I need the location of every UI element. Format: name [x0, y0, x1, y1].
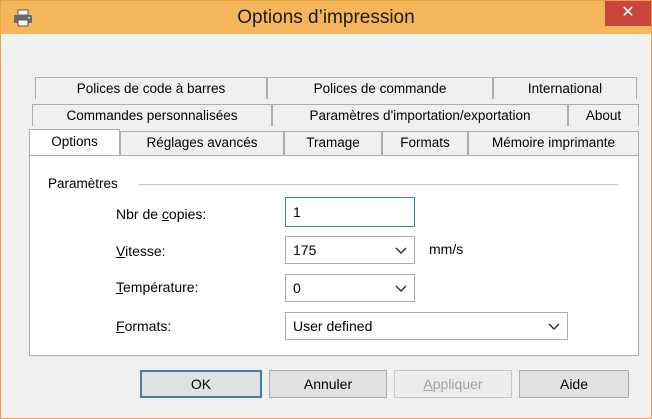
tab-options[interactable]: Options	[29, 129, 120, 155]
title-bar[interactable]: Options d’impression ✕	[1, 1, 651, 34]
temperature-select[interactable]: 0	[285, 274, 415, 302]
chevron-down-icon	[395, 247, 407, 255]
tab-about[interactable]: About	[568, 104, 639, 126]
help-button[interactable]: Aide	[519, 370, 629, 398]
ok-button[interactable]: OK	[140, 370, 262, 398]
window-title: Options d’impression	[237, 7, 415, 28]
copies-input[interactable]: 1	[285, 197, 415, 227]
tab-dithering[interactable]: Tramage	[284, 131, 382, 155]
speed-label: Vitesse:	[116, 243, 166, 259]
options-dialog: Options d’impression ✕ Polices de code à…	[0, 0, 652, 419]
copies-label: Nbr de copies:	[116, 206, 207, 222]
tab-command-fonts[interactable]: Polices de commande	[267, 77, 493, 99]
tab-barcode-fonts[interactable]: Polices de code à barres	[35, 77, 267, 99]
tab-printer-memory[interactable]: Mémoire imprimante	[468, 131, 639, 155]
options-panel: Paramètres Nbr de copies: 1 Vitesse: 175…	[29, 155, 639, 356]
chevron-down-icon	[548, 323, 560, 331]
tab-international[interactable]: International	[493, 77, 637, 99]
speed-unit: mm/s	[429, 241, 464, 257]
tab-custom-commands[interactable]: Commandes personnalisées	[32, 104, 272, 126]
formats-label: Formats:	[116, 318, 172, 334]
cancel-button[interactable]: Annuler	[269, 370, 387, 398]
tab-formats[interactable]: Formats	[382, 131, 468, 155]
chevron-down-icon	[395, 285, 407, 293]
group-divider	[138, 184, 618, 185]
formats-select[interactable]: User defined	[285, 312, 568, 340]
speed-select[interactable]: 175	[285, 236, 415, 264]
group-label-parameters: Paramètres	[48, 176, 122, 191]
tab-import-export-settings[interactable]: Paramètres d'importation/exportation	[272, 104, 568, 126]
apply-button[interactable]: Appliquer	[394, 370, 512, 398]
close-button[interactable]: ✕	[605, 1, 651, 26]
tab-advanced-settings[interactable]: Réglages avancés	[120, 131, 284, 155]
temperature-label: Température:	[116, 279, 199, 295]
close-icon: ✕	[621, 4, 635, 21]
